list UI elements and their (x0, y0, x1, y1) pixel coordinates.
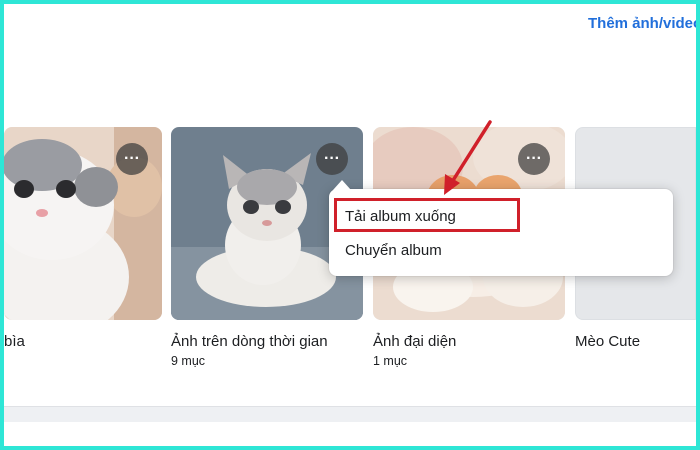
download-album-menu-item[interactable]: Tải album xuống (345, 208, 456, 225)
album-more-options-button[interactable]: ··· (116, 143, 148, 175)
album-item-count: 1 mục (373, 354, 408, 368)
album-more-options-button[interactable]: ··· (518, 143, 550, 175)
album-item-count: 9 mục (171, 354, 206, 368)
album-title[interactable]: Ảnh đại diện (373, 333, 456, 350)
album-title[interactable]: bìa (4, 333, 25, 350)
album-more-options-button-active[interactable]: ··· (316, 143, 348, 175)
album-context-menu: Tải album xuống Chuyển album (329, 189, 673, 276)
move-album-menu-item[interactable]: Chuyển album (345, 242, 442, 259)
album-title[interactable]: Mèo Cute (575, 333, 640, 350)
album-title[interactable]: Ảnh trên dòng thời gian (171, 333, 328, 350)
add-photos-link[interactable]: Thêm ảnh/video (588, 15, 700, 32)
page-footer-strip (4, 406, 696, 422)
album-card-cover[interactable]: ··· (4, 127, 162, 320)
menu-caret (333, 180, 351, 190)
